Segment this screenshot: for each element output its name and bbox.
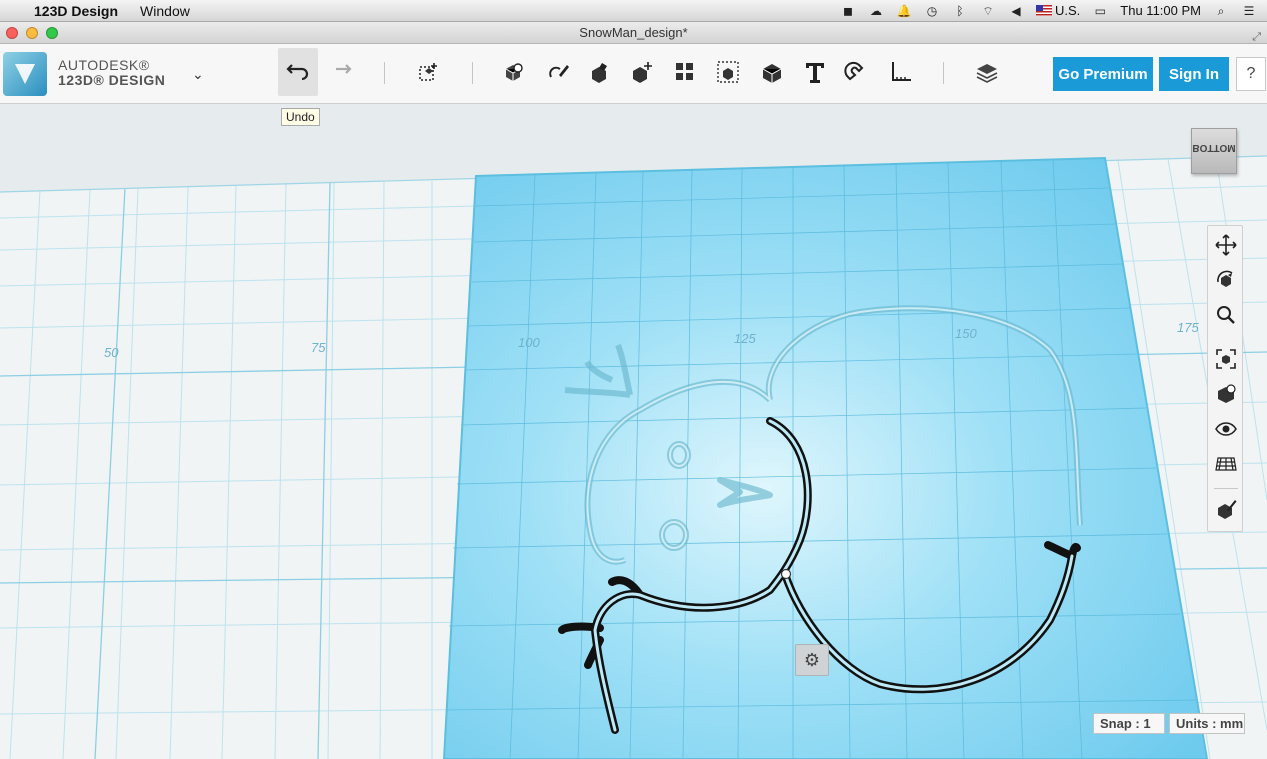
status-cloud-icon[interactable]: ☁: [868, 4, 884, 18]
primitives-button[interactable]: [494, 48, 534, 96]
menubar-window-menu[interactable]: Window: [140, 3, 190, 19]
help-button[interactable]: ?: [1236, 57, 1266, 91]
us-flag-icon: [1036, 5, 1052, 16]
settings-gear-button[interactable]: ⚙: [795, 644, 829, 676]
navigation-panel: [1207, 225, 1243, 532]
construct-icon: [592, 63, 607, 83]
app-logo[interactable]: [3, 52, 47, 96]
notification-bell-icon[interactable]: 🔔: [896, 4, 912, 18]
zoom-window-button[interactable]: [46, 27, 58, 39]
status-app-icon[interactable]: ◼: [840, 4, 856, 18]
grouping-button[interactable]: [708, 48, 748, 96]
close-window-button[interactable]: [6, 27, 18, 39]
view-cube-label: BOTTOM: [1192, 142, 1236, 153]
input-source-label: U.S.: [1055, 3, 1081, 18]
toolbar-divider: [472, 62, 473, 84]
notification-center-icon[interactable]: ☰: [1241, 4, 1257, 18]
view-cube[interactable]: BOTTOM: [1189, 124, 1239, 180]
pattern-button[interactable]: [665, 48, 705, 96]
material-icon: [976, 64, 998, 83]
material-button[interactable]: [967, 48, 1007, 96]
grid-button[interactable]: [1211, 448, 1241, 478]
grid-label-150: 150: [955, 326, 977, 341]
window-controls: [6, 27, 58, 39]
snap-button[interactable]: [837, 48, 877, 96]
time-machine-icon[interactable]: ◷: [924, 4, 940, 18]
window-title: SnowMan_design*: [579, 25, 688, 40]
orbit-icon: [1217, 270, 1233, 287]
sketch-icon: [549, 65, 569, 78]
mac-menubar: 123D Design Window ◼ ☁ 🔔 ◷ ᛒ ⌔ ◀ U.S. ▭ …: [0, 0, 1267, 22]
combine-button[interactable]: [752, 48, 792, 96]
menubar-app-name[interactable]: 123D Design: [34, 3, 118, 19]
construct-button[interactable]: [580, 48, 620, 96]
snap-setting[interactable]: Snap : 1: [1093, 713, 1165, 734]
visibility-button[interactable]: [1211, 414, 1241, 444]
sign-in-button[interactable]: Sign In: [1159, 57, 1229, 91]
main-toolbar: AUTODESK® 123D® DESIGN ⌄ Go Premium Sign…: [0, 44, 1267, 104]
visibility-icon: [1215, 422, 1237, 436]
app-menu-chevron-down-icon[interactable]: ⌄: [192, 66, 204, 83]
window-titlebar: SnowMan_design* ⤢: [0, 22, 1267, 44]
grid-label-125: 125: [734, 331, 756, 346]
orbit-button[interactable]: [1211, 265, 1241, 295]
measure-button[interactable]: [881, 48, 921, 96]
grid-label-50: 50: [104, 345, 119, 360]
brand-line-2: 123D® DESIGN: [58, 72, 166, 88]
primitives-icon: [505, 63, 523, 81]
transform-button[interactable]: [408, 48, 448, 96]
zoom-icon: [1217, 306, 1235, 324]
text-button[interactable]: [795, 48, 835, 96]
menubar-clock[interactable]: Thu 11:00 PM: [1120, 3, 1201, 18]
grid-label-175: 175: [1177, 320, 1199, 335]
bluetooth-icon[interactable]: ᛒ: [952, 4, 968, 18]
menubar-status-area: ◼ ☁ 🔔 ◷ ᛒ ⌔ ◀ U.S. ▭ Thu 11:00 PM ⌕ ☰: [840, 3, 1267, 18]
gear-icon: ⚙: [803, 649, 821, 670]
grouping-icon: [717, 61, 739, 83]
zoom-button[interactable]: [1211, 300, 1241, 330]
measure-icon: [892, 62, 911, 81]
combine-icon: [762, 64, 782, 83]
sketch-button[interactable]: [538, 48, 578, 96]
undo-tooltip: Undo: [281, 108, 320, 126]
redo-button[interactable]: [322, 48, 362, 96]
input-source-menu[interactable]: U.S.: [1036, 3, 1080, 18]
app-window: 123D Design Window ◼ ☁ 🔔 ◷ ᛒ ⌔ ◀ U.S. ▭ …: [0, 0, 1267, 759]
material-brush-icon: [1218, 500, 1237, 519]
transform-icon: [419, 63, 437, 81]
undo-icon: [286, 64, 309, 81]
battery-icon[interactable]: ▭: [1092, 4, 1108, 18]
volume-icon[interactable]: ◀: [1008, 4, 1024, 18]
pan-icon: [1215, 234, 1237, 256]
nav-divider: [1214, 488, 1238, 489]
modify-icon: [633, 62, 652, 83]
material-nav-button[interactable]: [1211, 494, 1241, 524]
3d-viewport[interactable]: 50 75 100 125 150 175: [0, 104, 1267, 759]
views-icon: [1218, 384, 1236, 403]
wifi-icon[interactable]: ⌔: [980, 4, 996, 18]
grid-label-100: 100: [518, 335, 540, 350]
units-setting[interactable]: Units : mm: [1169, 713, 1245, 734]
sketch-point-handle[interactable]: [780, 568, 792, 580]
brand-line-1: AUTODESK®: [58, 57, 150, 73]
redo-icon: [336, 64, 352, 74]
toolbar-divider: [943, 62, 944, 84]
grid-icon: [1215, 457, 1237, 471]
pattern-icon: [676, 63, 693, 80]
grid-label-75: 75: [311, 340, 326, 355]
text-icon: [806, 63, 824, 83]
minimize-window-button[interactable]: [26, 27, 38, 39]
pan-button[interactable]: [1211, 230, 1241, 260]
snap-icon: [844, 61, 864, 81]
spotlight-search-icon[interactable]: ⌕: [1213, 4, 1229, 18]
toolbar-divider: [384, 62, 385, 84]
modify-button[interactable]: [622, 48, 662, 96]
grid-scene: [0, 104, 1267, 759]
fit-button[interactable]: [1211, 344, 1241, 374]
go-premium-button[interactable]: Go Premium: [1053, 57, 1153, 91]
brand-text: AUTODESK® 123D® DESIGN: [58, 58, 165, 88]
views-button[interactable]: [1211, 379, 1241, 409]
fit-icon: [1216, 349, 1236, 369]
undo-button[interactable]: [278, 48, 318, 96]
